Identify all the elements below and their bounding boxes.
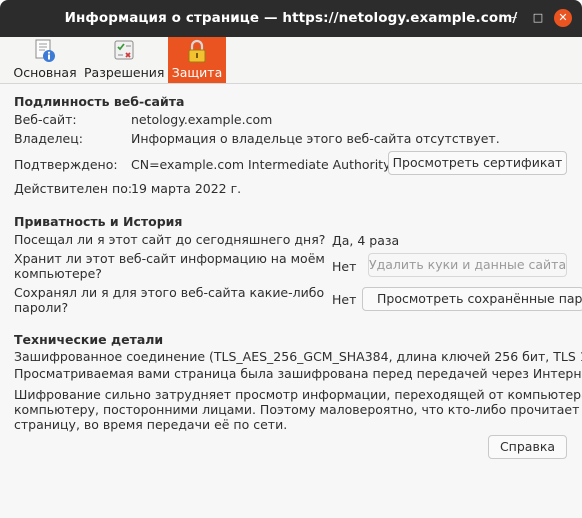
identity-heading: Подлинность веб-сайта (14, 94, 185, 109)
tab-security[interactable]: Защита (168, 37, 226, 83)
view-passwords-button[interactable]: Просмотреть сохранённые пароли (362, 287, 582, 311)
expires-value: 19 марта 2022 г. (131, 181, 242, 196)
technical-cipher: Зашифрованное соединение (TLS_AES_256_GC… (14, 349, 582, 364)
minimize-button[interactable]: – (505, 9, 523, 27)
page-info-window: Информация о странице — https://netology… (0, 0, 582, 518)
visited-question: Посещал ли я этот сайт до сегодняшнего д… (14, 232, 326, 247)
website-label: Веб-сайт: (14, 112, 77, 127)
tab-general-label: Основная (13, 65, 77, 80)
cookies-question-cont: компьютере? (14, 266, 102, 281)
tab-general[interactable]: Основная (9, 37, 81, 83)
lock-icon (188, 39, 206, 63)
technical-heading: Технические детали (14, 332, 164, 347)
close-button[interactable]: ✕ (554, 9, 572, 27)
verified-label: Подтверждено: (14, 157, 118, 172)
technical-explanation-1: Шифрование сильно затрудняет просмотр ин… (14, 387, 582, 402)
page-info-icon (35, 39, 55, 62)
help-button[interactable]: Справка (488, 435, 567, 459)
cookies-question: Хранит ли этот веб-сайт информацию на мо… (14, 251, 325, 266)
permissions-icon (114, 40, 134, 60)
technical-encrypted: Просматриваемая вами страница была зашиф… (14, 366, 582, 381)
clear-cookies-button[interactable]: Удалить куки и данные сайта (368, 253, 567, 277)
passwords-question: Сохранял ли я для этого веб-сайта какие-… (14, 285, 325, 300)
view-certificate-button[interactable]: Просмотреть сертификат (388, 151, 567, 175)
passwords-answer: Нет (332, 292, 357, 307)
verified-value: CN=example.com Intermediate Authority (131, 157, 391, 172)
passwords-question-cont: пароли? (14, 300, 69, 315)
website-value: netology.example.com (131, 112, 273, 127)
title-bar[interactable]: Информация о странице — https://netology… (0, 0, 582, 37)
visited-answer: Да, 4 раза (332, 233, 400, 248)
cookies-answer: Нет (332, 259, 357, 274)
technical-explanation-2: компьютеру, посторонними лицами. Поэтому… (14, 402, 582, 417)
expires-label: Действителен по: (14, 181, 133, 196)
technical-explanation-3: страницу, во время передачи её по сети. (14, 417, 288, 432)
tab-security-label: Защита (171, 65, 223, 80)
owner-label: Владелец: (14, 131, 83, 146)
privacy-heading: Приватность и История (14, 214, 183, 229)
maximize-button[interactable]: □ (529, 9, 547, 27)
tab-permissions[interactable]: Разрешения (84, 37, 164, 83)
security-panel: Подлинность веб-сайта Веб-сайт: netology… (0, 84, 582, 518)
tab-toolbar: Основная Разрешения Защита (0, 37, 582, 84)
window-title: Информация о странице — https://netology… (64, 10, 518, 26)
owner-value: Информация о владельце этого веб-сайта о… (131, 131, 500, 146)
tab-permissions-label: Разрешения (84, 65, 165, 80)
